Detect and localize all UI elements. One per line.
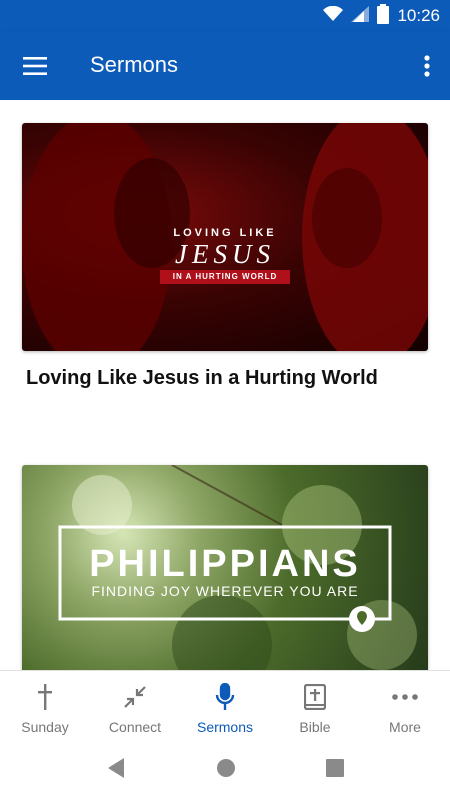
more-dots-icon bbox=[391, 683, 419, 711]
status-bar: 10:26 bbox=[0, 0, 450, 32]
microphone-icon bbox=[211, 683, 239, 711]
artwork-line-1: PHILIPPIANS bbox=[89, 543, 361, 585]
sermon-list[interactable]: LOVING LIKE JESUS IN A HURTING WORLD Lov… bbox=[0, 100, 450, 670]
recents-icon[interactable] bbox=[326, 758, 344, 782]
sermon-card[interactable]: PHILIPPIANS FINDING JOY WHEREVER YOU ARE bbox=[22, 465, 428, 670]
menu-button[interactable] bbox=[18, 50, 52, 82]
nav-item-connect[interactable]: Connect bbox=[90, 671, 180, 740]
artwork-line-1: LOVING LIKE bbox=[173, 227, 277, 239]
artwork-line-2: JESUS bbox=[175, 239, 275, 269]
home-icon[interactable] bbox=[216, 758, 236, 783]
collapse-arrows-icon bbox=[121, 683, 149, 711]
battery-icon bbox=[377, 3, 390, 29]
nav-item-sermons[interactable]: Sermons bbox=[180, 671, 270, 740]
artwork-line-3: IN A HURTING WORLD bbox=[160, 270, 290, 284]
artwork-line-2: FINDING JOY WHEREVER YOU ARE bbox=[91, 583, 359, 599]
nav-label: Sermons bbox=[196, 719, 254, 735]
sermon-thumbnail[interactable]: LOVING LIKE JESUS IN A HURTING WORLD bbox=[22, 123, 428, 351]
app-bar: Sermons bbox=[0, 32, 450, 100]
hamburger-icon bbox=[23, 57, 47, 75]
back-icon[interactable] bbox=[106, 757, 126, 784]
nav-label: More bbox=[389, 719, 421, 735]
page-title: Sermons bbox=[90, 52, 179, 77]
bottom-navigation: Sunday Connect Sermons Bible More bbox=[0, 670, 450, 740]
nav-label: Bible bbox=[299, 719, 331, 735]
status-time: 10:26 bbox=[397, 6, 440, 25]
nav-label: Sunday bbox=[21, 719, 69, 735]
nav-item-bible[interactable]: Bible bbox=[270, 671, 360, 740]
status-icons: 10:26 bbox=[323, 0, 440, 32]
cross-icon bbox=[31, 683, 59, 711]
nav-label: Connect bbox=[108, 719, 162, 735]
more-vert-icon bbox=[424, 55, 430, 77]
nav-item-sunday[interactable]: Sunday bbox=[0, 671, 90, 740]
cell-signal-icon bbox=[351, 5, 370, 27]
sermon-card[interactable]: LOVING LIKE JESUS IN A HURTING WORLD Lov… bbox=[22, 123, 428, 390]
sermon-title[interactable]: Loving Like Jesus in a Hurting World bbox=[26, 367, 428, 390]
bible-icon bbox=[301, 683, 329, 711]
sermon-thumbnail[interactable]: PHILIPPIANS FINDING JOY WHEREVER YOU ARE bbox=[22, 465, 428, 670]
system-navigation-bar bbox=[0, 740, 450, 800]
overflow-menu-button[interactable] bbox=[418, 50, 436, 82]
wifi-icon bbox=[323, 5, 344, 27]
nav-item-more[interactable]: More bbox=[360, 671, 450, 740]
